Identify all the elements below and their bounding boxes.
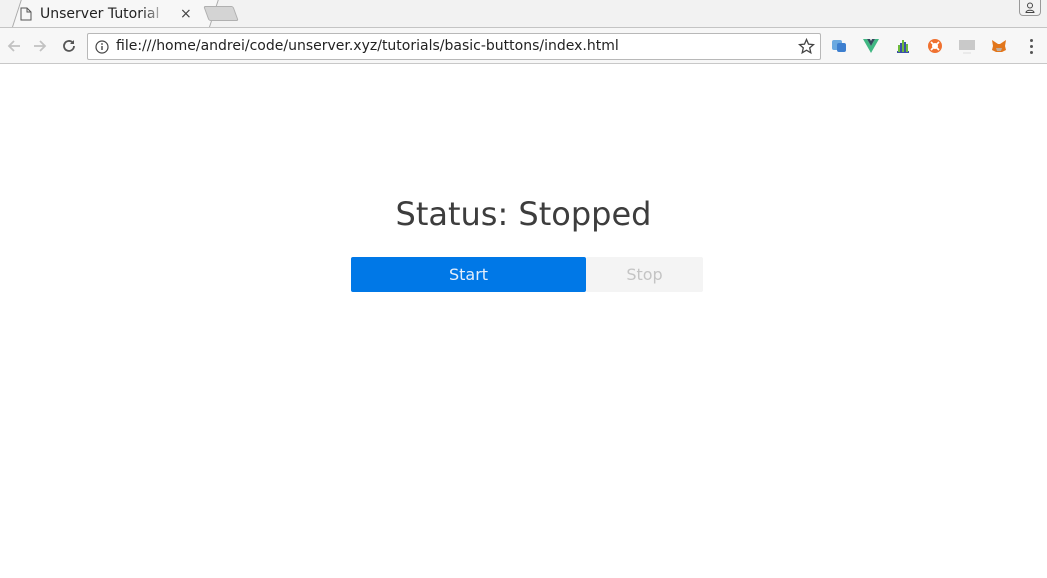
menu-dot-icon (1029, 44, 1033, 48)
page-content: Status: Stopped Start Stop (0, 64, 1047, 578)
browser-toolbar: file:///home/andrei/code/unserver.xyz/tu… (0, 27, 1047, 64)
info-icon (95, 40, 109, 54)
stop-button[interactable]: Stop (586, 257, 703, 292)
address-bar[interactable]: file:///home/andrei/code/unserver.xyz/tu… (87, 33, 821, 60)
back-arrow-icon (7, 40, 20, 52)
back-button[interactable] (4, 36, 24, 56)
screen-extension-icon[interactable] (958, 37, 976, 55)
bookmark-star-icon[interactable] (798, 38, 815, 55)
page-icon (20, 7, 32, 20)
person-icon (1025, 2, 1035, 13)
menu-dot-icon (1029, 50, 1033, 54)
tab-title: Unserver Tutorial (40, 5, 160, 22)
browser-menu-button[interactable] (1025, 37, 1037, 55)
reload-icon (63, 40, 75, 52)
url-text[interactable]: file:///home/andrei/code/unserver.xyz/tu… (116, 38, 619, 54)
status-heading: Status: Stopped (395, 195, 652, 233)
profile-button[interactable] (1019, 0, 1041, 16)
new-tab-button[interactable] (203, 6, 239, 21)
tab-close-icon[interactable]: × (180, 6, 192, 22)
vue-devtools-icon[interactable] (862, 37, 880, 55)
lifebuoy-extension-icon[interactable] (926, 37, 944, 55)
translate-extension-icon[interactable] (830, 37, 848, 55)
forward-arrow-icon (34, 40, 47, 52)
start-button[interactable]: Start (351, 257, 586, 292)
reload-button[interactable] (59, 36, 79, 56)
menu-dot-icon (1029, 38, 1033, 42)
browser-tab[interactable]: Unserver Tutorial × (18, 0, 198, 27)
metamask-fox-icon[interactable] (990, 37, 1008, 55)
chart-extension-icon[interactable] (894, 37, 912, 55)
tab-strip: Unserver Tutorial × (0, 0, 1047, 27)
forward-button[interactable] (30, 36, 50, 56)
